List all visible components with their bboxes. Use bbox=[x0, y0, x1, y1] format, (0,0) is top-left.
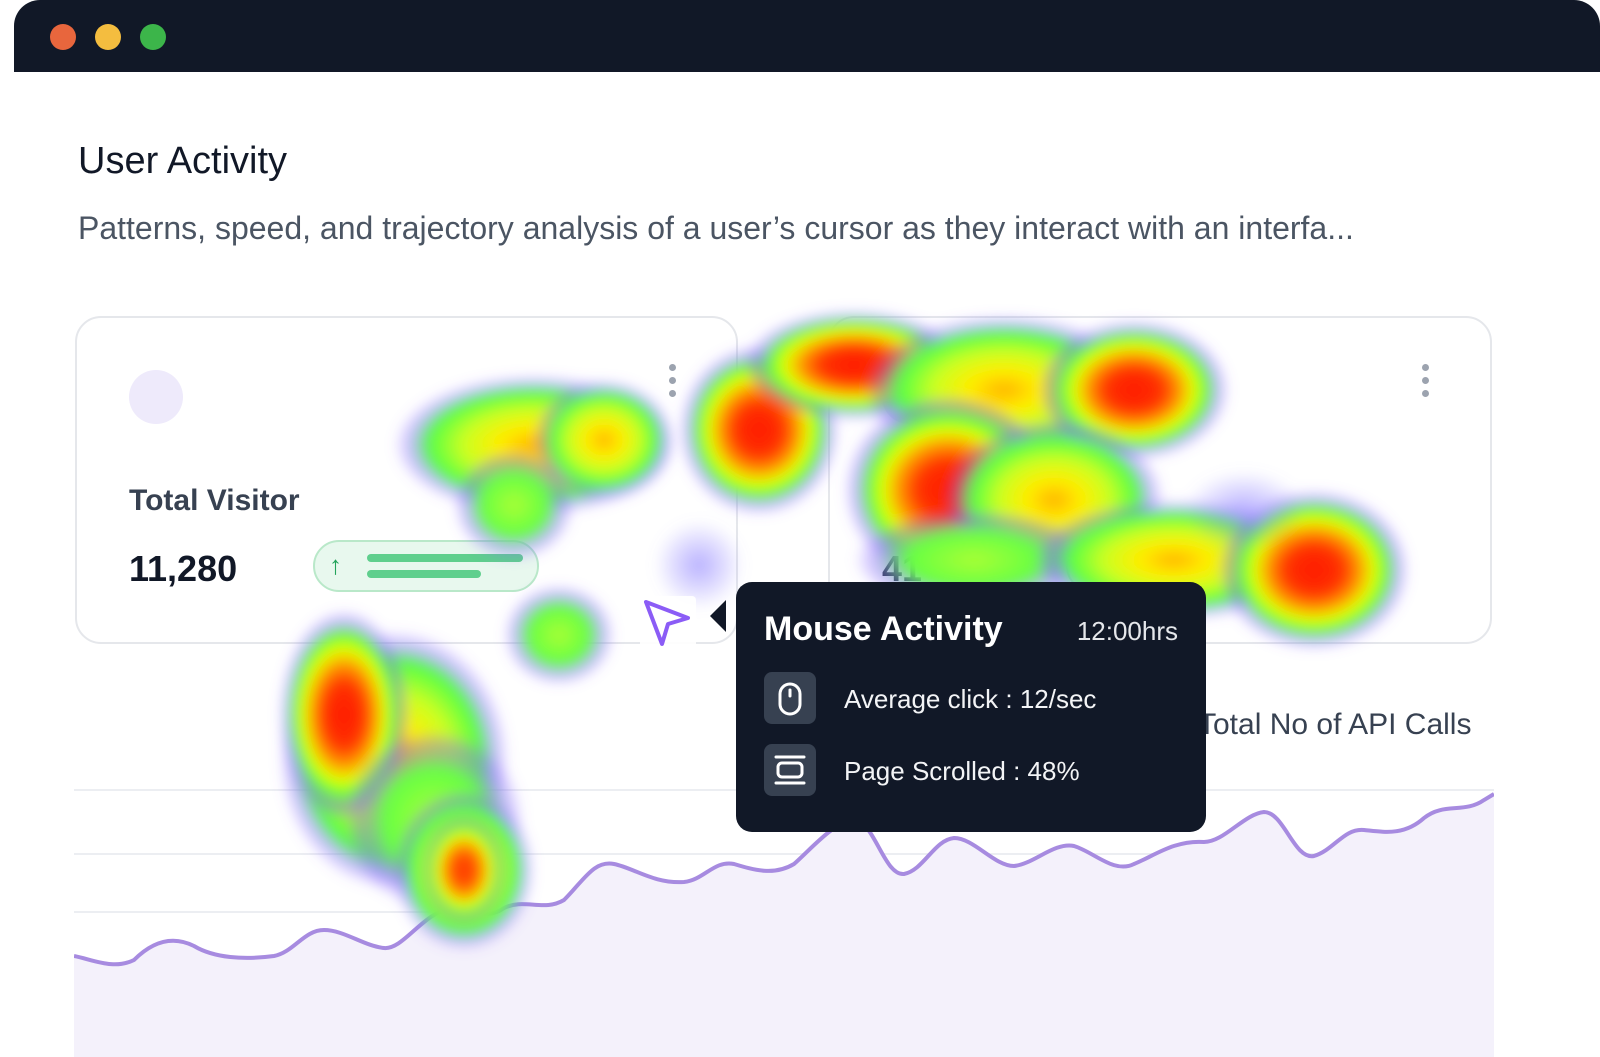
more-options-icon[interactable] bbox=[1420, 364, 1430, 404]
trend-up-badge: ↑ bbox=[313, 540, 539, 592]
average-click-text: Average click : 12/sec bbox=[844, 684, 1097, 714]
arrow-up-icon: ↑ bbox=[329, 550, 342, 580]
total-visitor-card: Total Visitor 11,280 ↑ bbox=[75, 316, 738, 644]
chart-label: Total No of API Calls bbox=[1198, 708, 1472, 741]
browser-window: User Activity Patterns, speed, and traje… bbox=[14, 0, 1600, 1057]
page-title: User Activity bbox=[78, 140, 288, 182]
maximize-window-button[interactable] bbox=[140, 24, 166, 50]
arrow-up-icon: ↑ bbox=[1082, 550, 1095, 580]
page-scrolled-row: Page Scrolled : 48% bbox=[764, 744, 1184, 796]
mouse-activity-tooltip: Mouse Activity 12:00hrs Average click : … bbox=[736, 582, 1206, 832]
window-titlebar bbox=[14, 0, 1600, 72]
card-value: 11,280 bbox=[129, 548, 238, 589]
card-label: Total Visitor bbox=[129, 484, 300, 517]
card-label: Unique Visitors bbox=[882, 484, 1102, 517]
tooltip-caret bbox=[710, 600, 726, 632]
page-subtitle: Patterns, speed, and trajectory analysis… bbox=[78, 210, 1354, 246]
average-click-row: Average click : 12/sec bbox=[764, 672, 1184, 724]
mouse-icon bbox=[764, 672, 816, 724]
minimize-window-button[interactable] bbox=[95, 24, 121, 50]
close-window-button[interactable] bbox=[50, 24, 76, 50]
more-options-icon[interactable] bbox=[667, 364, 677, 404]
scroll-icon bbox=[764, 744, 816, 796]
chart-area bbox=[74, 794, 1494, 1057]
cursor-arrow-icon bbox=[644, 600, 690, 646]
card-avatar-icon bbox=[129, 370, 183, 424]
tooltip-title: Mouse Activity bbox=[764, 610, 1003, 648]
page-scrolled-text: Page Scrolled : 48% bbox=[844, 756, 1080, 786]
cursor-indicator bbox=[640, 596, 696, 652]
tooltip-time: 12:00hrs bbox=[1076, 616, 1178, 646]
card-avatar-icon bbox=[882, 370, 936, 424]
